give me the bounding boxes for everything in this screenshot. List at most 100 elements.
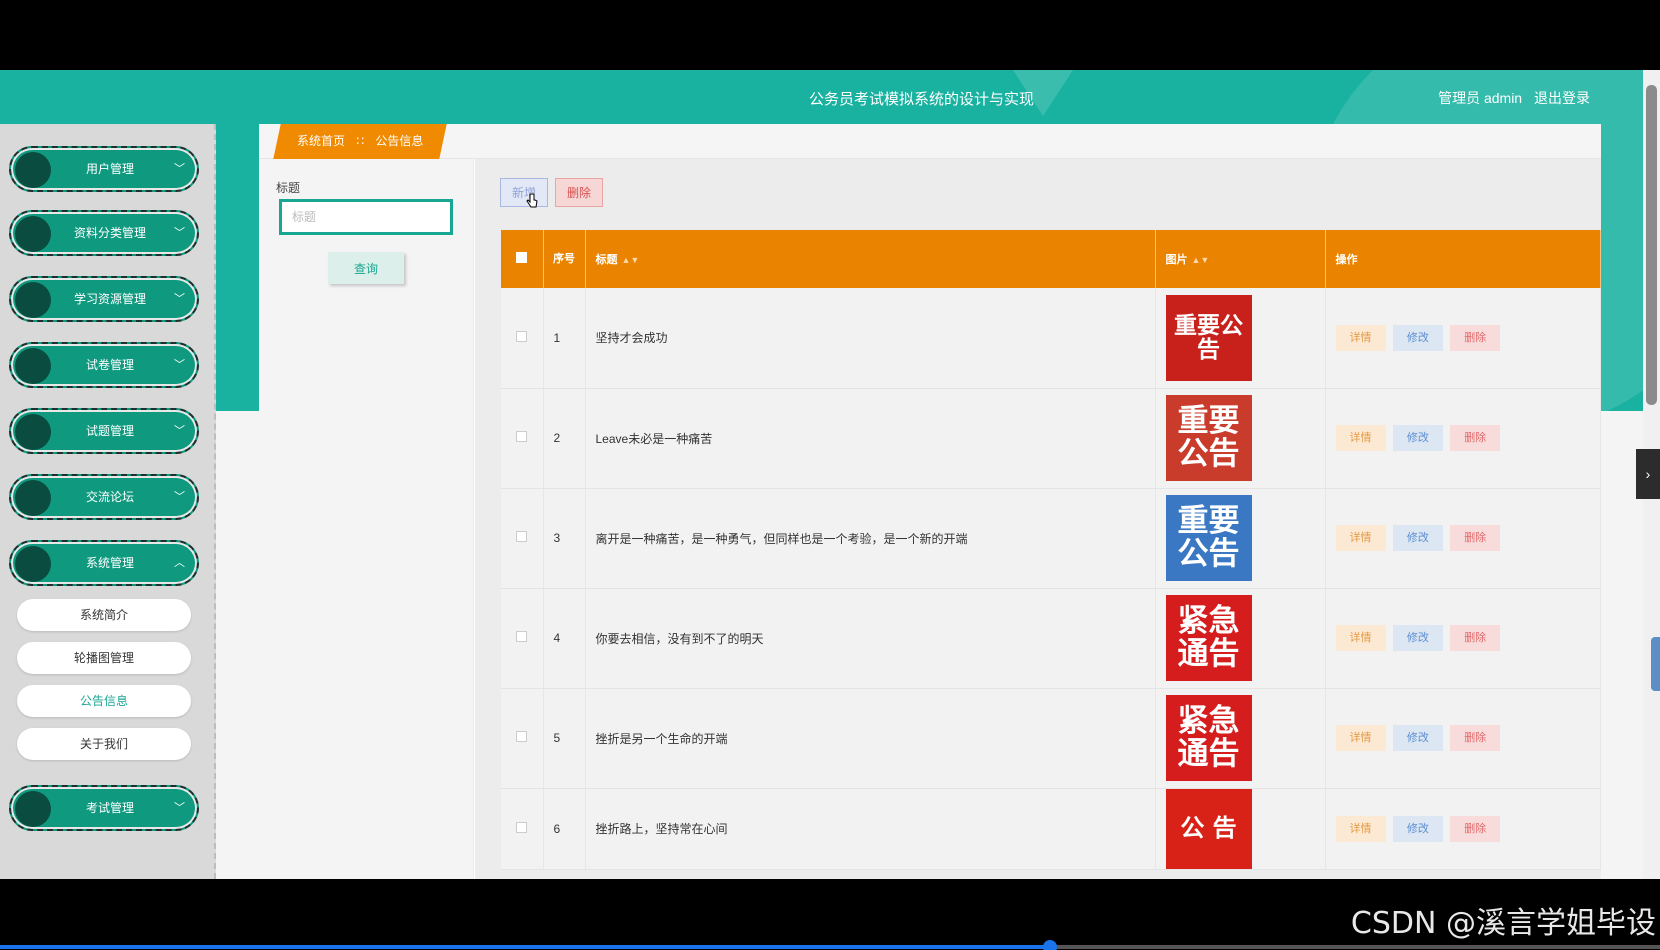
- menu-learning-resources[interactable]: 学习资源管理 ﹀: [9, 276, 199, 322]
- delete-button[interactable]: 删除: [1450, 725, 1501, 751]
- menu-material-category[interactable]: 资料分类管理 ﹀: [9, 210, 199, 256]
- scrollbar-thumb[interactable]: [1646, 85, 1657, 405]
- submenu-carousel[interactable]: 轮播图管理: [17, 642, 191, 674]
- menu-system-management[interactable]: 系统管理 ︿: [9, 540, 199, 586]
- row-checkbox[interactable]: [516, 531, 528, 542]
- delete-button[interactable]: 删除: [1450, 815, 1501, 842]
- detail-button[interactable]: 详情: [1335, 815, 1386, 842]
- menu-label: 考试管理: [85, 801, 134, 815]
- row-title: 挫折是另一个生命的开端: [585, 688, 1156, 789]
- row-checkbox-cell[interactable]: [501, 588, 544, 689]
- detail-button[interactable]: 详情: [1335, 425, 1386, 451]
- submenu-system-intro[interactable]: 系统简介: [17, 599, 191, 631]
- detail-button[interactable]: 详情: [1335, 324, 1386, 351]
- row-checkbox[interactable]: [516, 431, 528, 442]
- submenu-about-us[interactable]: 关于我们: [17, 728, 191, 760]
- row-checkbox-cell[interactable]: [501, 488, 544, 589]
- submenu-announcements[interactable]: 公告信息: [17, 685, 191, 717]
- search-panel: 标题 查询: [259, 159, 474, 879]
- row-actions: 详情 修改 删除: [1325, 788, 1601, 870]
- row-title: Leave未必是一种痛苦: [585, 388, 1156, 489]
- table-row: 1 坚持才会成功 重要公告 详情 修改 删除: [501, 288, 1601, 389]
- menu-question-management[interactable]: 试题管理 ﹀: [9, 408, 199, 454]
- detail-button[interactable]: 详情: [1335, 625, 1386, 651]
- breadcrumb-home[interactable]: 系统首页: [297, 134, 345, 148]
- row-image-cell: 重要公告: [1155, 288, 1326, 389]
- announcement-image[interactable]: 重要公告: [1165, 395, 1252, 481]
- menu-exam-management[interactable]: 考试管理 ﹀: [9, 785, 199, 831]
- table-body: 1 坚持才会成功 重要公告 详情 修改 删除 2 Leave未必是一种痛苦 重要…: [501, 288, 1601, 870]
- edit-button[interactable]: 修改: [1392, 525, 1443, 551]
- menu-user-management[interactable]: 用户管理 ﹀: [9, 146, 199, 192]
- table-header-row: 序号 标题 ▲▼ 图片 ▲▼ 操作: [501, 230, 1601, 288]
- row-checkbox-cell[interactable]: [501, 688, 544, 789]
- main-panel: 系统首页 ∷ 公告信息 标题 查询 新增 删除: [259, 124, 1601, 879]
- row-checkbox[interactable]: [516, 821, 528, 833]
- edit-button[interactable]: 修改: [1392, 625, 1443, 651]
- delete-button[interactable]: 删除: [1450, 425, 1501, 451]
- image-text: 重要公告: [1174, 312, 1243, 363]
- title-header[interactable]: 标题 ▲▼: [585, 230, 1156, 288]
- menu-dot: [15, 546, 51, 582]
- video-progress-bar[interactable]: [0, 945, 1050, 949]
- select-all-checkbox[interactable]: [516, 252, 528, 263]
- breadcrumb-current: 公告信息: [375, 134, 424, 148]
- bulk-delete-button[interactable]: 删除: [555, 178, 603, 207]
- row-checkbox-cell[interactable]: [501, 288, 544, 389]
- logout-link[interactable]: 退出登录: [1534, 90, 1590, 106]
- menu-dot: [15, 282, 51, 318]
- row-checkbox[interactable]: [516, 631, 528, 642]
- announcement-image[interactable]: 紧急 通告: [1165, 595, 1252, 681]
- edit-button[interactable]: 修改: [1392, 324, 1443, 351]
- image-text: 紧急: [1177, 603, 1240, 640]
- select-all-header[interactable]: [501, 230, 544, 288]
- announcement-image[interactable]: 重要公告: [1165, 294, 1252, 381]
- edit-button[interactable]: 修改: [1392, 725, 1443, 751]
- edit-button[interactable]: 修改: [1392, 425, 1443, 451]
- delete-button[interactable]: 删除: [1450, 324, 1501, 351]
- app-window: 公务员考试模拟系统的设计与实现 管理员 admin 退出登录 用户管理 ﹀ 资料…: [0, 70, 1643, 879]
- sort-icon[interactable]: ▲▼: [1192, 255, 1210, 265]
- image-header[interactable]: 图片 ▲▼: [1155, 230, 1326, 288]
- row-checkbox[interactable]: [516, 731, 528, 742]
- watermark: CSDN @溪言学姐毕设: [1350, 906, 1656, 941]
- title-header-label: 标题: [595, 254, 618, 266]
- row-title: 你要去相信，没有到不了的明天: [585, 588, 1156, 689]
- chevron-right-icon[interactable]: ›: [1636, 449, 1660, 499]
- announcement-image[interactable]: 紧急 通告: [1165, 695, 1252, 781]
- menu-paper-management[interactable]: 试卷管理 ﹀: [9, 342, 199, 388]
- chevron-down-icon: ﹀: [174, 359, 185, 371]
- delete-button[interactable]: 删除: [1450, 525, 1501, 551]
- chevron-down-icon: ﹀: [174, 163, 185, 175]
- chevron-down-icon: ﹀: [174, 293, 185, 305]
- row-actions: 详情 修改 删除: [1325, 288, 1601, 389]
- breadcrumb-bar: 系统首页 ∷ 公告信息: [259, 124, 1601, 159]
- menu-label: 试卷管理: [85, 358, 134, 372]
- search-title-input[interactable]: [279, 199, 453, 235]
- search-button[interactable]: 查询: [328, 252, 404, 284]
- edit-button[interactable]: 修改: [1392, 815, 1443, 842]
- detail-button[interactable]: 详情: [1335, 725, 1386, 751]
- row-checkbox-cell[interactable]: [501, 388, 544, 489]
- sort-icon[interactable]: ▲▼: [622, 255, 640, 265]
- detail-button[interactable]: 详情: [1335, 525, 1386, 551]
- chevron-down-icon: ﹀: [174, 802, 185, 814]
- row-checkbox-cell[interactable]: [501, 788, 544, 870]
- announcement-table: 序号 标题 ▲▼ 图片 ▲▼ 操作 1 坚持才会成功 重要公告 详情 修改 删除 2…: [501, 230, 1601, 870]
- add-button[interactable]: 新增: [500, 178, 548, 207]
- header-user-area: 管理员 admin 退出登录: [1430, 88, 1590, 108]
- image-header-label: 图片: [1165, 254, 1188, 266]
- image-text: 重要: [1177, 403, 1240, 440]
- side-tab-handle[interactable]: [1651, 637, 1660, 691]
- table-row: 6 挫折路上，坚持常在心间 公 告 详情 修改 删除: [501, 788, 1601, 870]
- announcement-image[interactable]: 公 告: [1165, 788, 1252, 869]
- image-text: 通告: [1177, 636, 1240, 672]
- menu-dot: [15, 791, 51, 827]
- row-checkbox[interactable]: [516, 330, 528, 342]
- menu-forum[interactable]: 交流论坛 ﹀: [9, 474, 199, 520]
- row-image-cell: 紧急 通告: [1155, 688, 1326, 789]
- announcement-image[interactable]: 重要公告: [1165, 495, 1252, 581]
- video-progress-handle[interactable]: [1043, 940, 1057, 950]
- video-progress-remaining[interactable]: [1050, 945, 1660, 949]
- delete-button[interactable]: 删除: [1450, 625, 1501, 651]
